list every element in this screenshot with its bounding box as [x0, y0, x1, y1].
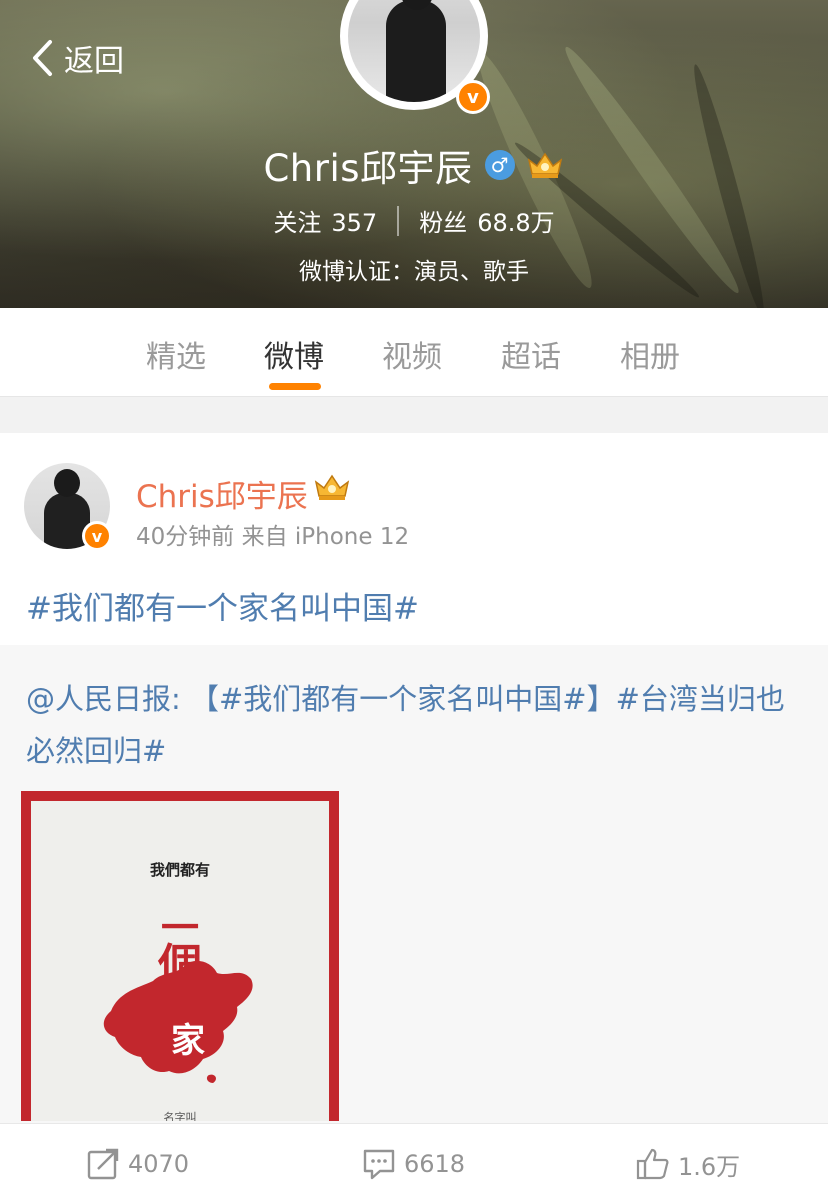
poster-canvas: 我們都有 一 個 家 名字叫	[31, 801, 329, 1121]
male-gender-icon: ♂	[484, 150, 515, 180]
post-meta: 40分钟前 来自 iPhone 12	[136, 524, 410, 550]
poster-line-5: 名字叫	[163, 1111, 197, 1121]
verification-text: 微博认证：演员、歌手	[299, 259, 529, 285]
tab-featured[interactable]: 精选	[146, 332, 206, 376]
following-label: 关注	[273, 209, 322, 237]
profile-name: Chris邱宇辰	[263, 147, 473, 190]
comment-count: 6618	[404, 1150, 466, 1178]
thumbs-up-icon	[636, 1148, 669, 1180]
profile-tabs: 精选 微博 视频 超话 相册	[0, 308, 828, 397]
post-author-name[interactable]: Chris邱宇辰	[136, 471, 308, 516]
verified-badge-letter: v	[91, 526, 103, 546]
tab-album[interactable]: 相册	[620, 332, 680, 376]
followers-count: 68.8万	[477, 209, 555, 237]
tab-video[interactable]: 视频	[382, 332, 442, 376]
verified-badge-icon: v	[82, 521, 112, 551]
repost-mention[interactable]: @人民日报:	[26, 682, 181, 716]
repost-count: 4070	[128, 1150, 190, 1178]
repost-icon	[87, 1148, 119, 1180]
avatar-figure-head	[54, 469, 80, 497]
like-count: 1.6万	[678, 1152, 741, 1181]
following-count: 357	[331, 209, 378, 237]
back-label: 返回	[64, 44, 124, 79]
repost-button[interactable]: 4070	[86, 1142, 189, 1186]
back-button[interactable]: 返回	[30, 38, 124, 79]
gender-symbol: ♂	[490, 153, 509, 177]
followers-stat[interactable]: 粉丝 68.8万	[419, 203, 554, 238]
repost-title[interactable]: 【#我们都有一个家名叫中国#】	[190, 682, 616, 716]
reposted-content[interactable]: @人民日报: 【#我们都有一个家名叫中国#】#台湾当归也必然回归# 我們都有 一…	[0, 645, 828, 1123]
chevron-left-icon	[33, 40, 52, 76]
post-card: Chris邱宇辰 40分钟前 来自 iPhone 12 #我们都有一个家名叫中国…	[0, 433, 828, 645]
like-button[interactable]: 1.6万	[636, 1142, 740, 1186]
profile-stats: 关注 357 粉丝 68.8万	[0, 203, 828, 238]
verified-badge-icon: v	[456, 80, 490, 114]
poster-line-1: 我們都有	[149, 861, 210, 879]
post-action-bar: 4070 6618 1.6万	[0, 1123, 828, 1204]
followers-label: 粉丝	[419, 209, 468, 237]
avatar-figure	[386, 0, 446, 102]
post-hashtag[interactable]: #我们都有一个家名叫中国#	[26, 583, 419, 628]
active-tab-indicator	[269, 383, 321, 390]
crown-icon[interactable]	[525, 150, 565, 180]
tab-supertopic[interactable]: 超话	[501, 332, 561, 376]
stats-divider	[397, 205, 400, 236]
crown-icon[interactable]	[312, 471, 352, 503]
verified-badge-letter: v	[467, 86, 479, 108]
comment-button[interactable]: 6618	[362, 1142, 465, 1186]
following-stat[interactable]: 关注 357	[273, 203, 377, 238]
tab-weibo[interactable]: 微博	[264, 332, 324, 376]
repost-text: @人民日报: 【#我们都有一个家名叫中国#】#台湾当归也必然回归#	[26, 673, 806, 777]
post-image[interactable]: 我們都有 一 個 家 名字叫	[21, 791, 339, 1121]
profile-name-row: Chris邱宇辰 ♂	[0, 138, 828, 192]
poster-line-4: 家	[171, 1021, 205, 1061]
comment-icon	[363, 1149, 395, 1180]
